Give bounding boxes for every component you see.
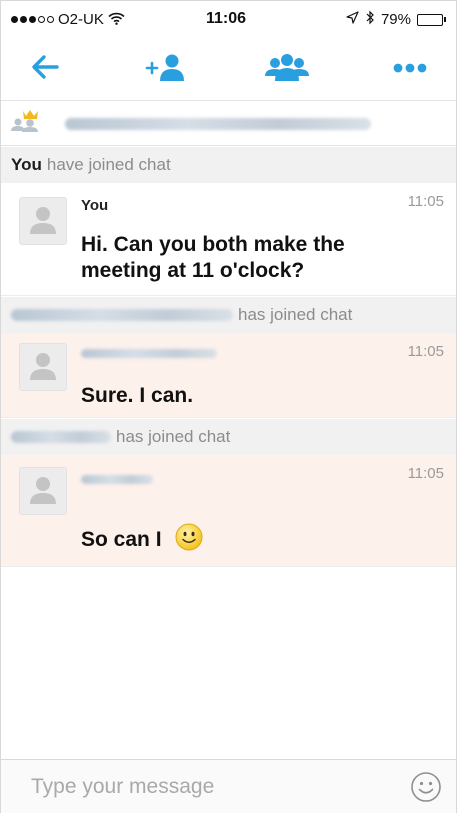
wifi-icon	[108, 12, 125, 28]
status-time: 11:06	[206, 10, 247, 27]
redacted-sender	[81, 475, 153, 484]
group-icon	[264, 52, 310, 87]
carrier-name: O2-UK	[58, 11, 104, 28]
redacted-sender	[81, 349, 217, 358]
group-members-button[interactable]	[259, 51, 315, 87]
system-message-text: have joined chat	[46, 155, 171, 174]
more-dots-icon	[393, 60, 427, 78]
avatar	[19, 197, 67, 245]
default-avatar-icon	[28, 474, 58, 509]
message-input[interactable]	[31, 770, 401, 804]
location-arrow-icon	[346, 11, 359, 28]
status-bar: O2-UK 11:06 79%	[1, 1, 456, 37]
redacted-name	[11, 309, 233, 321]
avatar	[19, 343, 67, 391]
status-left: O2-UK	[11, 11, 125, 28]
chat-screen: O2-UK 11:06 79% You have joined chat You…	[0, 0, 457, 813]
message-time: 11:05	[407, 193, 444, 210]
chat-message[interactable]: 11:05 Sure. I can.	[1, 333, 456, 418]
message-time: 11:05	[407, 343, 444, 360]
chat-message[interactable]: You 11:05 Hi. Can you both make the meet…	[1, 183, 456, 296]
bluetooth-icon	[365, 10, 375, 29]
chat-toolbar	[1, 37, 456, 101]
crown-group-icon	[11, 110, 43, 137]
message-time: 11:05	[407, 465, 444, 482]
chat-message[interactable]: 11:05 So can I	[1, 455, 456, 567]
message-text-line: meeting at 11 o'clock?	[81, 259, 305, 282]
participants-bar[interactable]	[1, 102, 456, 146]
battery-percent: 79%	[380, 11, 411, 28]
message-text-content: So can I	[81, 528, 162, 552]
message-text-line: Hi. Can you both make the	[81, 233, 345, 256]
system-message-text: has joined chat	[238, 305, 353, 324]
message-input-bar	[1, 759, 456, 813]
arrow-left-icon	[30, 54, 60, 85]
signal-strength-icon	[11, 16, 54, 23]
smiley-emoji-icon	[175, 523, 203, 558]
system-message: has joined chat	[1, 297, 456, 333]
back-button[interactable]	[25, 51, 65, 87]
avatar	[19, 467, 67, 515]
system-message-actor: You	[11, 155, 42, 174]
battery-icon	[417, 13, 446, 26]
status-right: 79%	[346, 10, 446, 29]
redacted-name	[11, 431, 111, 443]
system-message: has joined chat	[1, 419, 456, 455]
message-text: Sure. I can.	[81, 384, 194, 407]
emoji-picker-button[interactable]	[410, 771, 442, 803]
message-text: Hi. Can you both make the meeting at 11 …	[81, 232, 345, 284]
default-avatar-icon	[28, 350, 58, 385]
smiley-outline-icon	[411, 772, 441, 802]
system-message: You have joined chat	[1, 147, 456, 183]
system-message-text: has joined chat	[116, 427, 231, 446]
more-options-button[interactable]	[385, 51, 435, 87]
default-avatar-icon	[28, 204, 58, 239]
add-participant-button[interactable]	[141, 51, 191, 87]
add-person-icon	[145, 52, 187, 87]
participant-names-redacted	[65, 117, 371, 130]
message-text: So can I	[81, 523, 203, 558]
message-sender: You	[81, 197, 109, 214]
